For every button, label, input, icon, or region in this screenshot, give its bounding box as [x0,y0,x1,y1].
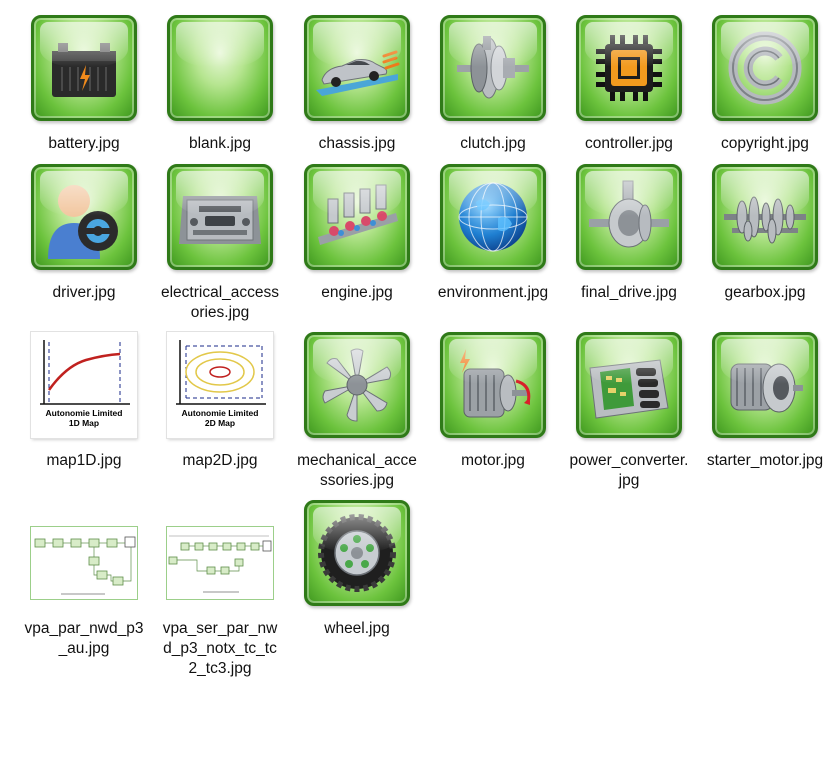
file-thumbnail [303,499,411,607]
controller-icon [576,15,682,121]
copyright-icon [712,15,818,121]
chassis-icon [304,15,410,121]
file-name: electrical_accessories.jpg [160,284,280,321]
clutch-icon [440,15,546,121]
environment-icon [440,164,546,270]
file-item-environment[interactable]: environment.jpg [433,163,553,303]
file-item-mechanical-accessories[interactable]: mechanical_accessories.jpg [297,331,417,491]
file-item-map2d[interactable]: Autonomie Limited 2D Map map2D.jpg [160,331,280,471]
file-thumbnail [711,163,819,271]
file-name: clutch.jpg [460,135,526,152]
file-thumbnail [303,163,411,271]
file-thumbnail [166,499,274,607]
blank-icon [167,15,273,121]
map-caption-subtitle: 1D Map [68,418,100,428]
file-name: final_drive.jpg [581,284,677,301]
file-item-map1d[interactable]: Autonomie Limited 1D Map map1D.jpg [24,331,144,471]
file-name: driver.jpg [52,284,116,301]
power-converter-icon [576,332,682,438]
file-name: controller.jpg [585,135,673,152]
file-thumbnail [575,163,683,271]
file-thumbnail: Autonomie Limited 1D Map [30,331,138,439]
file-item-chassis[interactable]: chassis.jpg [297,14,417,154]
file-thumbnail [439,14,547,122]
file-item-blank[interactable]: blank.jpg [160,14,280,154]
file-name: motor.jpg [461,452,525,469]
driver-icon [31,164,137,270]
file-name: map1D.jpg [46,452,122,469]
file-thumbnail [439,163,547,271]
map1d-icon: Autonomie Limited 1D Map [31,332,137,438]
file-item-wheel[interactable]: wheel.jpg [297,499,417,639]
electrical-accessories-icon [167,164,273,270]
diagram-icon [166,526,274,600]
file-name: power_converter.jpg [569,452,689,489]
file-thumbnail: Autonomie Limited 2D Map [166,331,274,439]
file-item-clutch[interactable]: clutch.jpg [433,14,553,154]
diagram-icon [30,526,138,600]
file-thumbnail [303,331,411,439]
file-name: blank.jpg [188,135,252,152]
file-item-electrical-accessories[interactable]: electrical_accessories.jpg [160,163,280,323]
file-name: starter_motor.jpg [706,452,824,469]
file-item-driver[interactable]: driver.jpg [24,163,144,303]
file-name: wheel.jpg [324,620,390,637]
engine-icon [304,164,410,270]
file-name: map2D.jpg [182,452,258,469]
file-name: gearbox.jpg [724,284,806,301]
file-thumbnail [439,331,547,439]
file-thumbnail [711,331,819,439]
map2d-icon: Autonomie Limited 2D Map [167,332,273,438]
file-thumbnail [166,163,274,271]
wheel-icon [304,500,410,606]
file-item-gearbox[interactable]: gearbox.jpg [705,163,825,303]
file-thumbnail [166,14,274,122]
file-name: chassis.jpg [318,135,396,152]
file-thumbnail [30,499,138,607]
file-item-vpa-par[interactable]: vpa_par_nwd_p3_au.jpg [24,499,144,659]
file-name: battery.jpg [48,135,120,152]
final-drive-icon [576,164,682,270]
file-item-power-converter[interactable]: power_converter.jpg [569,331,689,491]
map-caption-title: Autonomie Limited [181,408,259,418]
starter-motor-icon [712,332,818,438]
file-item-starter-motor[interactable]: starter_motor.jpg [705,331,825,471]
file-item-controller[interactable]: controller.jpg [569,14,689,154]
file-item-vpa-ser-par[interactable]: vpa_ser_par_nwd_p3_notx_tc_tc2_tc3.jpg [160,499,280,679]
file-name: mechanical_accessories.jpg [297,452,417,489]
gearbox-icon [712,164,818,270]
file-thumbnail [30,14,138,122]
file-name: vpa_par_nwd_p3_au.jpg [24,620,144,657]
file-thumbnail [575,331,683,439]
file-thumbnail [711,14,819,122]
file-name: environment.jpg [437,284,549,301]
file-item-final-drive[interactable]: final_drive.jpg [569,163,689,303]
file-item-battery[interactable]: battery.jpg [24,14,144,154]
file-item-engine[interactable]: engine.jpg [297,163,417,303]
file-item-copyright[interactable]: copyright.jpg [705,14,825,154]
file-name: engine.jpg [321,284,393,301]
motor-icon [440,332,546,438]
battery-icon [31,15,137,121]
file-name: vpa_ser_par_nwd_p3_notx_tc_tc2_tc3.jpg [162,620,278,677]
map-caption-subtitle: 2D Map [204,418,236,428]
file-thumbnail [575,14,683,122]
file-thumbnail [30,163,138,271]
map-caption-title: Autonomie Limited [45,408,123,418]
file-name: copyright.jpg [721,135,809,152]
file-item-motor[interactable]: motor.jpg [433,331,553,471]
file-thumbnail [303,14,411,122]
mechanical-accessories-icon [304,332,410,438]
